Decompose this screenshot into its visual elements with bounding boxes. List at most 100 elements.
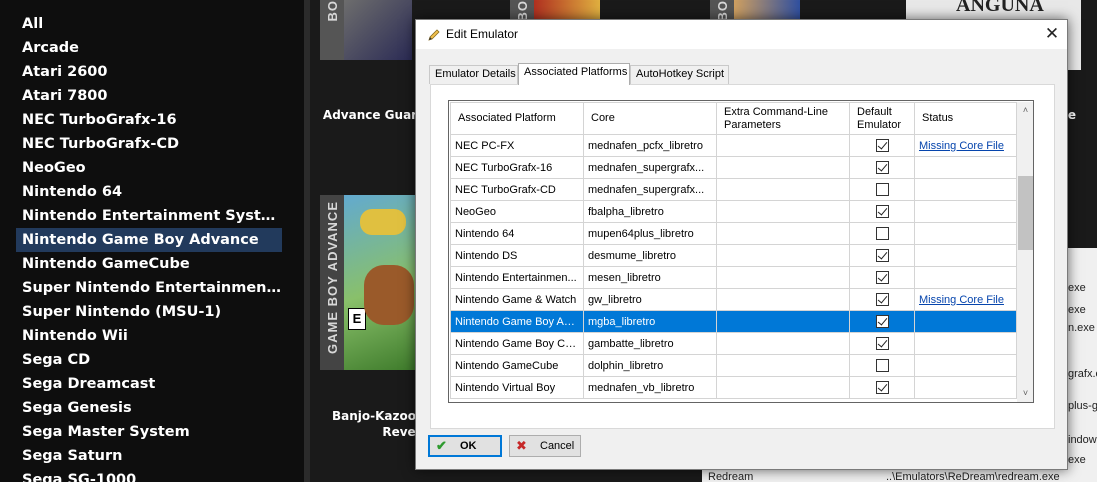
status-cell[interactable]: [914, 310, 1017, 333]
params-cell[interactable]: [716, 310, 850, 333]
params-cell[interactable]: [716, 266, 850, 289]
default-cell[interactable]: [849, 156, 915, 179]
close-button[interactable]: ✕: [1037, 20, 1067, 49]
table-row[interactable]: Nintendo Game Boy Ad... mgba_libretro: [450, 310, 1017, 333]
default-cell[interactable]: [849, 310, 915, 333]
sidebar-item[interactable]: Nintendo Entertainment System: [16, 204, 282, 228]
params-cell[interactable]: [716, 156, 850, 179]
platform-cell[interactable]: NeoGeo: [450, 200, 584, 223]
core-cell[interactable]: mesen_libretro: [583, 266, 717, 289]
params-cell[interactable]: [716, 222, 850, 245]
core-cell[interactable]: mednafen_supergrafx...: [583, 178, 717, 201]
default-emulator-checkbox[interactable]: [875, 205, 889, 218]
default-cell[interactable]: [849, 244, 915, 267]
default-emulator-checkbox[interactable]: [875, 161, 889, 174]
platform-cell[interactable]: Nintendo Game & Watch: [450, 288, 584, 311]
default-emulator-checkbox[interactable]: [875, 293, 889, 306]
default-cell[interactable]: [849, 266, 915, 289]
platform-cell[interactable]: NEC TurboGrafx-CD: [450, 178, 584, 201]
params-cell[interactable]: [716, 332, 850, 355]
default-emulator-checkbox[interactable]: [875, 381, 889, 394]
status-link[interactable]: Missing Core File: [919, 294, 1004, 306]
default-cell[interactable]: [849, 354, 915, 377]
sidebar-item[interactable]: All: [16, 12, 282, 36]
default-cell[interactable]: [849, 332, 915, 355]
sidebar-item[interactable]: Nintendo Game Boy Advance: [16, 228, 282, 252]
sidebar-item[interactable]: NEC TurboGrafx-CD: [16, 132, 282, 156]
params-cell[interactable]: [716, 134, 850, 157]
default-emulator-checkbox[interactable]: [875, 227, 889, 240]
table-row[interactable]: Nintendo Game Boy Color gambatte_libretro: [450, 332, 1017, 355]
status-cell[interactable]: Missing Core File: [914, 288, 1017, 311]
default-cell[interactable]: [849, 376, 915, 399]
platform-cell[interactable]: Nintendo 64: [450, 222, 584, 245]
table-row[interactable]: NEC PC-FX mednafen_pcfx_libretro Missing C…: [450, 134, 1017, 157]
dialog-titlebar[interactable]: Edit Emulator ✕: [416, 20, 1067, 49]
status-cell[interactable]: [914, 156, 1017, 179]
params-cell[interactable]: [716, 178, 850, 201]
sidebar-item[interactable]: Atari 2600: [16, 60, 282, 84]
sidebar-item[interactable]: NeoGeo: [16, 156, 282, 180]
sidebar-item[interactable]: Sega Master System: [16, 420, 282, 444]
sidebar-item[interactable]: Nintendo Wii: [16, 324, 282, 348]
sidebar-item[interactable]: Super Nintendo Entertainment S...: [16, 276, 282, 300]
platform-cell[interactable]: Nintendo Entertainmen...: [450, 266, 584, 289]
sidebar-item[interactable]: Sega SG-1000: [16, 468, 282, 482]
table-row[interactable]: NEC TurboGrafx-CD mednafen_supergrafx...: [450, 178, 1017, 201]
column-header-platform[interactable]: Associated Platform: [450, 102, 584, 135]
core-cell[interactable]: dolphin_libretro: [583, 354, 717, 377]
params-cell[interactable]: [716, 200, 850, 223]
core-cell[interactable]: gw_libretro: [583, 288, 717, 311]
table-row[interactable]: Nintendo Entertainmen... mesen_libretro: [450, 266, 1017, 289]
sidebar-item[interactable]: Nintendo 64: [16, 180, 282, 204]
status-cell[interactable]: [914, 244, 1017, 267]
platform-cell[interactable]: NEC PC-FX: [450, 134, 584, 157]
core-cell[interactable]: gambatte_libretro: [583, 332, 717, 355]
tab-emulator-details[interactable]: Emulator Details: [429, 65, 518, 84]
game-title[interactable]: Advance Guar: [320, 108, 420, 122]
core-cell[interactable]: mupen64plus_libretro: [583, 222, 717, 245]
status-cell[interactable]: [914, 354, 1017, 377]
ok-button[interactable]: ✔ OK: [428, 435, 502, 457]
sidebar-item[interactable]: Super Nintendo (MSU-1): [16, 300, 282, 324]
table-row[interactable]: Nintendo Virtual Boy mednafen_vb_libretro: [450, 376, 1017, 399]
column-header-core[interactable]: Core: [583, 102, 717, 135]
platform-cell[interactable]: Nintendo Game Boy Color: [450, 332, 584, 355]
table-row[interactable]: Nintendo DS desmume_libretro: [450, 244, 1017, 267]
sidebar-item[interactable]: NEC TurboGrafx-16: [16, 108, 282, 132]
status-cell[interactable]: [914, 266, 1017, 289]
platform-cell[interactable]: Nintendo GameCube: [450, 354, 584, 377]
column-header-params[interactable]: Extra Command-Line Parameters: [716, 102, 850, 135]
core-cell[interactable]: mednafen_pcfx_libretro: [583, 134, 717, 157]
column-header-status[interactable]: Status: [914, 102, 1017, 135]
core-cell[interactable]: desmume_libretro: [583, 244, 717, 267]
scroll-up-arrow-icon[interactable]: ˄: [1017, 102, 1033, 119]
status-link[interactable]: Missing Core File: [919, 140, 1004, 152]
status-cell[interactable]: [914, 200, 1017, 223]
default-emulator-checkbox[interactable]: [875, 271, 889, 284]
cancel-button[interactable]: ✖ Cancel: [509, 435, 581, 457]
platform-cell[interactable]: Nintendo Virtual Boy: [450, 376, 584, 399]
table-row[interactable]: Nintendo Game & Watch gw_libretro Missing …: [450, 288, 1017, 311]
table-row[interactable]: Nintendo GameCube dolphin_libretro: [450, 354, 1017, 377]
sidebar-item[interactable]: Sega Dreamcast: [16, 372, 282, 396]
column-header-default[interactable]: Default Emulator: [849, 102, 915, 135]
status-cell[interactable]: [914, 222, 1017, 245]
table-row[interactable]: NeoGeo fbalpha_libretro: [450, 200, 1017, 223]
game-cover[interactable]: GAME BOY ADVANCE E: [320, 195, 420, 370]
default-cell[interactable]: [849, 200, 915, 223]
scroll-thumb[interactable]: [1018, 176, 1033, 250]
core-cell[interactable]: fbalpha_libretro: [583, 200, 717, 223]
default-emulator-checkbox[interactable]: [875, 315, 889, 328]
table-row[interactable]: NEC TurboGrafx-16 mednafen_supergrafx...: [450, 156, 1017, 179]
status-cell[interactable]: Missing Core File: [914, 134, 1017, 157]
sidebar-item[interactable]: Atari 7800: [16, 84, 282, 108]
sidebar-item[interactable]: Arcade: [16, 36, 282, 60]
platform-cell[interactable]: Nintendo DS: [450, 244, 584, 267]
vertical-scrollbar[interactable]: ˄ ˅: [1017, 102, 1033, 402]
params-cell[interactable]: [716, 376, 850, 399]
platform-cell[interactable]: NEC TurboGrafx-16: [450, 156, 584, 179]
table-row[interactable]: Nintendo 64 mupen64plus_libretro: [450, 222, 1017, 245]
status-cell[interactable]: [914, 178, 1017, 201]
sidebar-item[interactable]: Nintendo GameCube: [16, 252, 282, 276]
